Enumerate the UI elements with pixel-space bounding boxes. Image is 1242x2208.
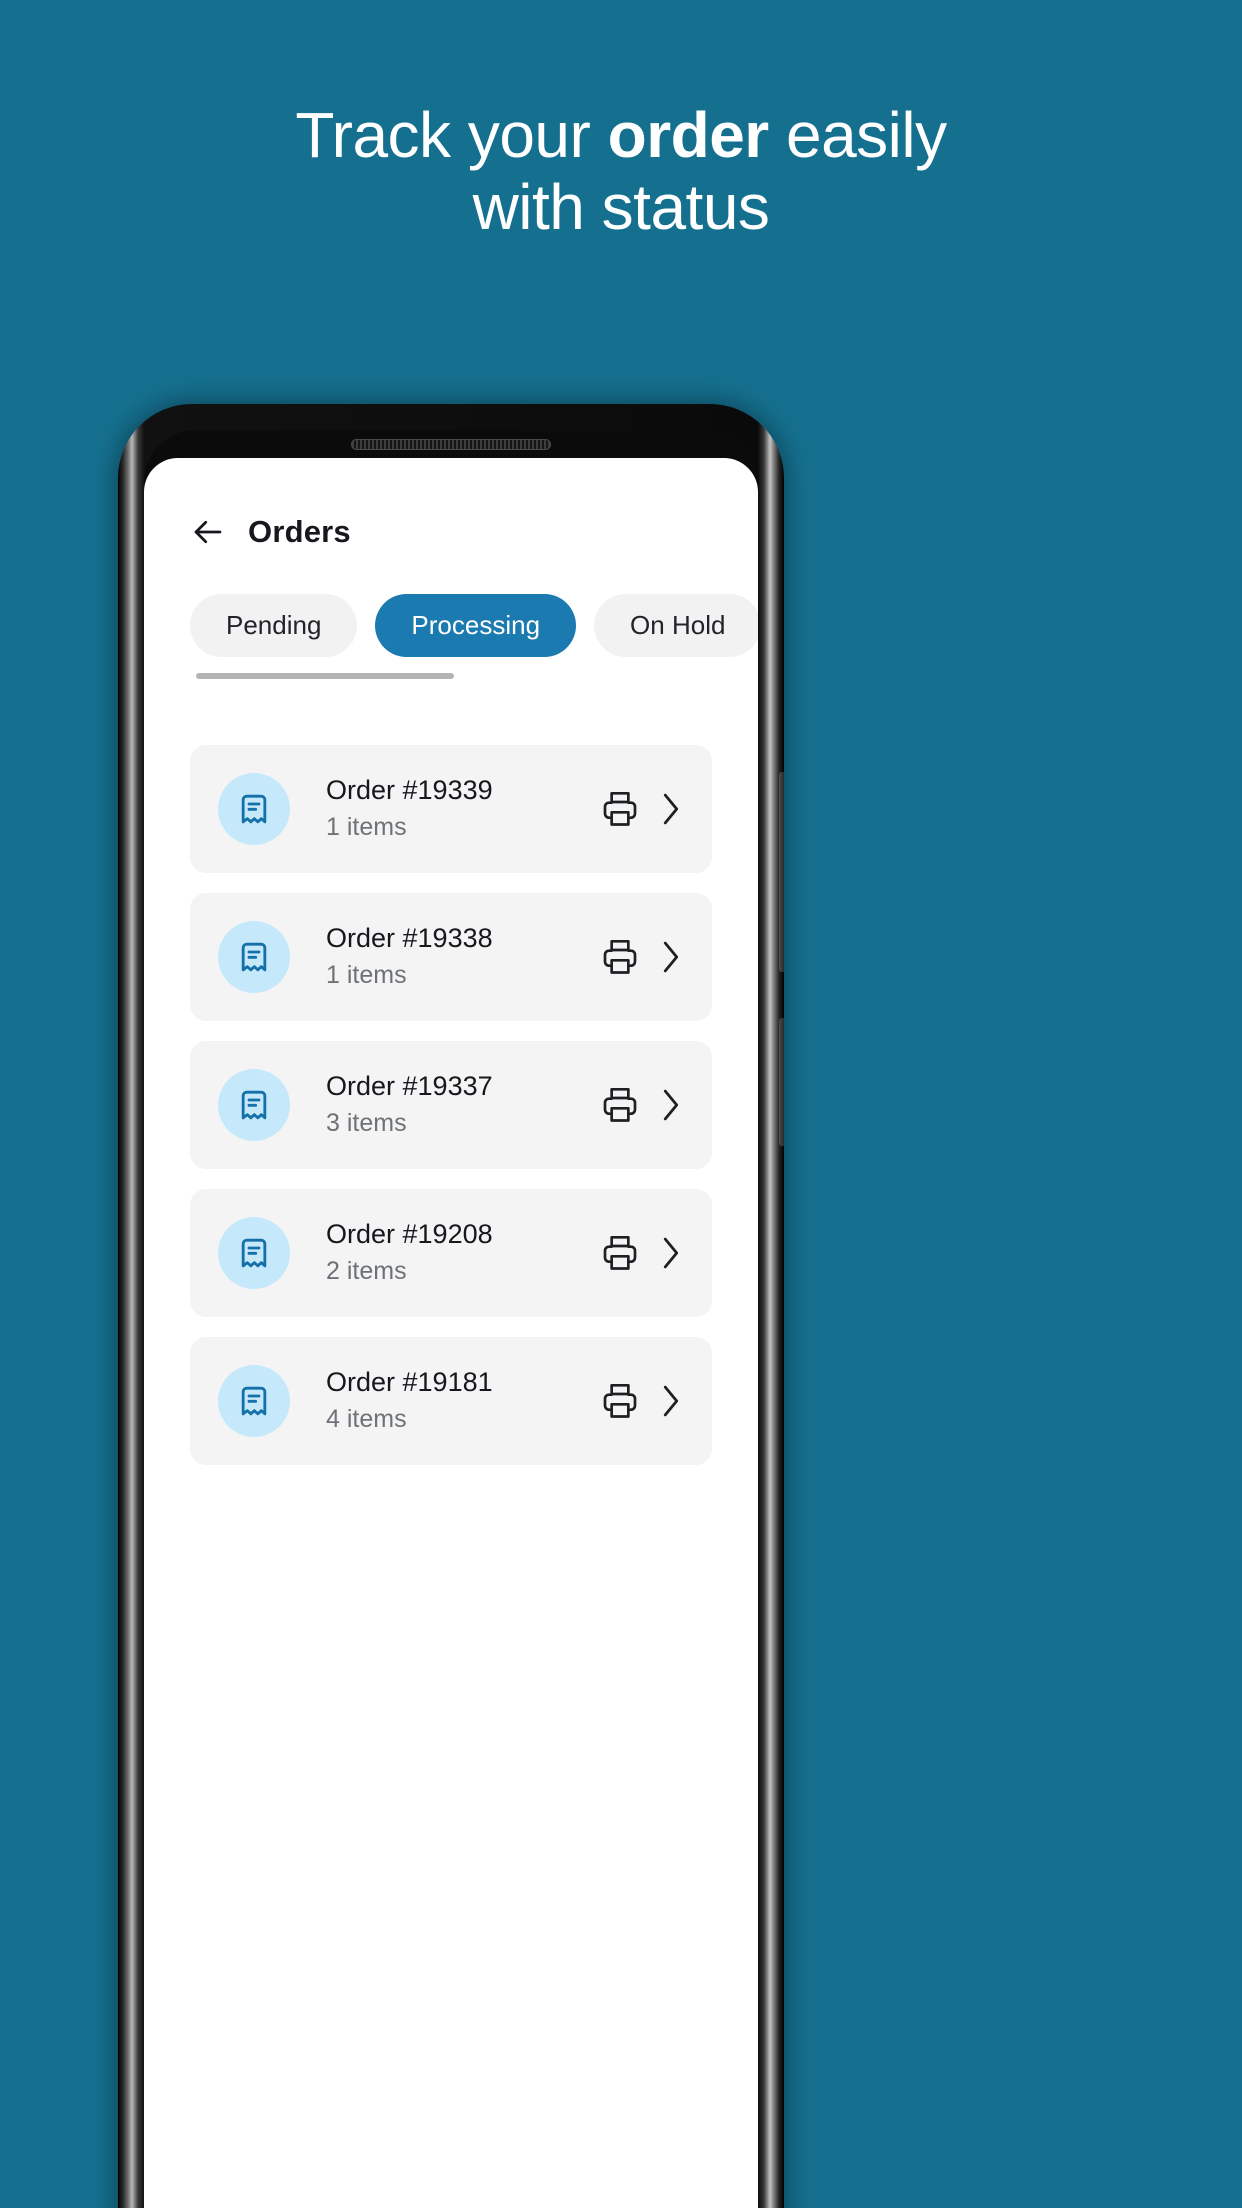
order-title: Order #19208	[326, 1219, 493, 1250]
chevron-right-icon[interactable]	[660, 791, 682, 827]
printer-icon[interactable]	[600, 937, 640, 977]
earpiece-speaker-icon	[351, 439, 551, 450]
order-items-count: 2 items	[326, 1257, 407, 1286]
phone-bezel: Orders Pending Processing On Hold Order …	[144, 430, 758, 2208]
avatar	[218, 1069, 290, 1141]
avatar	[218, 1217, 290, 1289]
printer-icon[interactable]	[600, 789, 640, 829]
headline-line1-post: easily	[768, 99, 947, 171]
order-status-tabs: Pending Processing On Hold	[144, 594, 758, 679]
promo-headline: Track your order easily with status	[0, 99, 1242, 243]
order-list: Order #19339 1 items Order #19338 1 item…	[144, 745, 758, 1465]
order-text: Order #19339 1 items	[326, 774, 600, 843]
order-title: Order #19337	[326, 1071, 493, 1102]
table-row[interactable]: Order #19208 2 items	[190, 1189, 712, 1317]
order-actions	[600, 789, 682, 829]
page-title: Orders	[248, 514, 351, 549]
order-actions	[600, 1233, 682, 1273]
order-items-count: 1 items	[326, 961, 407, 990]
tab-strip[interactable]: Pending Processing On Hold	[190, 594, 758, 657]
app-header: Orders	[144, 458, 758, 550]
table-row[interactable]: Order #19181 4 items	[190, 1337, 712, 1465]
headline-line2: with status	[472, 170, 770, 243]
receipt-icon	[241, 942, 267, 972]
tab-pending[interactable]: Pending	[190, 594, 358, 657]
headline-line1-pre: Track your	[295, 99, 608, 171]
order-items-count: 3 items	[326, 1109, 407, 1138]
avatar	[218, 1365, 290, 1437]
chevron-right-icon[interactable]	[660, 1087, 682, 1123]
receipt-icon	[241, 1386, 267, 1416]
table-row[interactable]: Order #19338 1 items	[190, 893, 712, 1021]
order-text: Order #19337 3 items	[326, 1070, 600, 1139]
receipt-icon	[241, 1238, 267, 1268]
phone-mockup: Orders Pending Processing On Hold Order …	[118, 404, 784, 2208]
headline-line1-bold: order	[607, 99, 770, 171]
order-text: Order #19181 4 items	[326, 1366, 600, 1435]
volume-button[interactable]	[779, 772, 784, 972]
order-text: Order #19338 1 items	[326, 922, 600, 991]
printer-icon[interactable]	[600, 1085, 640, 1125]
printer-icon[interactable]	[600, 1381, 640, 1421]
receipt-icon	[241, 1090, 267, 1120]
receipt-icon	[241, 794, 267, 824]
table-row[interactable]: Order #19339 1 items	[190, 745, 712, 873]
order-title: Order #19181	[326, 1367, 493, 1398]
arrow-left-icon[interactable]	[190, 514, 226, 550]
order-items-count: 1 items	[326, 813, 407, 842]
order-title: Order #19338	[326, 923, 493, 954]
chevron-right-icon[interactable]	[660, 1383, 682, 1419]
order-items-count: 4 items	[326, 1405, 407, 1434]
printer-icon[interactable]	[600, 1233, 640, 1273]
tab-on-hold[interactable]: On Hold	[594, 594, 758, 657]
order-actions	[600, 1085, 682, 1125]
avatar	[218, 921, 290, 993]
order-actions	[600, 1381, 682, 1421]
tabs-scrollbar[interactable]	[196, 673, 454, 679]
tab-processing[interactable]: Processing	[375, 594, 577, 657]
order-actions	[600, 937, 682, 977]
phone-screen: Orders Pending Processing On Hold Order …	[144, 458, 758, 2208]
order-title: Order #19339	[326, 775, 493, 806]
chevron-right-icon[interactable]	[660, 1235, 682, 1271]
power-button[interactable]	[779, 1018, 784, 1146]
chevron-right-icon[interactable]	[660, 939, 682, 975]
avatar	[218, 773, 290, 845]
table-row[interactable]: Order #19337 3 items	[190, 1041, 712, 1169]
order-text: Order #19208 2 items	[326, 1218, 600, 1287]
